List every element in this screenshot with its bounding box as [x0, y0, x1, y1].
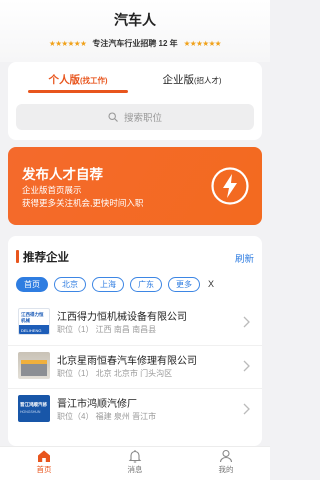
publish-banner[interactable]: 发布人才自荐 企业版首页展示 获得更多关注机会,更快时间入职 — [8, 147, 262, 225]
company-logo — [18, 352, 50, 379]
app-screen: 汽车人 ★★★★★★ 专注汽车行业招聘 12 年 ★★★★★★ 个人版(找工作)… — [0, 0, 270, 480]
home-icon — [38, 450, 50, 462]
header: 汽车人 ★★★★★★ 专注汽车行业招聘 12 年 ★★★★★★ — [0, 0, 270, 62]
filter-chip-home[interactable]: 首页 — [16, 276, 48, 292]
company-row[interactable]: 江西得力恒机械 DELIHENG 江西得力恒机械设备有限公司 职位（1） 江西 … — [8, 302, 262, 343]
company-row[interactable]: 晋江鸿顺汽修 HONGSHUN 晋江市鸿顺汽修厂 职位（4） 福建 泉州 晋江市 — [8, 388, 262, 429]
section-title: 推荐企业 — [23, 252, 69, 264]
app-title: 汽车人 — [114, 12, 156, 28]
tab-company[interactable]: 企业版(招人才) — [136, 72, 248, 100]
tagline: 专注汽车行业招聘 12 年 — [92, 39, 178, 48]
banner-line2: 获得更多关注机会,更快时间入职 — [22, 198, 144, 208]
company-name: 北京星雨恒春汽车修理有限公司 — [57, 356, 197, 367]
stars-right-icon: ★★★★★★ — [183, 39, 222, 48]
company-name: 晋江市鸿顺汽修厂 — [57, 399, 137, 410]
company-meta: 职位（4） 福建 泉州 晋江市 — [57, 412, 157, 421]
company-meta: 职位（1） 北京 北京市 门头沟区 — [57, 369, 173, 378]
banner-line1: 企业版首页展示 — [22, 185, 82, 195]
banner-title: 发布人才自荐 — [22, 167, 103, 182]
bolt-icon — [211, 167, 249, 205]
company-logo: 晋江鸿顺汽修 HONGSHUN — [18, 395, 50, 422]
tab-personal-sub: (找工作) — [80, 76, 108, 85]
logo-text: 晋江鸿顺汽修 — [20, 402, 47, 407]
active-tab-indicator — [28, 90, 128, 93]
logo-sub: HONGSHUN — [20, 410, 41, 414]
section-accent-bar — [16, 250, 19, 263]
tab-personal[interactable]: 个人版(找工作) — [22, 72, 134, 100]
nav-me[interactable]: 我的 — [196, 449, 256, 475]
clear-filter-button[interactable]: X — [208, 279, 214, 289]
tab-personal-label: 个人版 — [48, 74, 81, 86]
search-placeholder: 搜索职位 — [123, 113, 162, 124]
storefront-image — [21, 360, 47, 376]
refresh-button[interactable]: 刷新 — [235, 251, 254, 265]
filter-chip-beijing[interactable]: 北京 — [54, 276, 86, 292]
tab-company-label: 企业版 — [162, 74, 195, 86]
tab-company-sub: (招人才) — [194, 76, 222, 85]
stars-left-icon: ★★★★★★ — [48, 39, 87, 48]
region-filters: 首页 北京 上海 广东 更多 X — [16, 276, 214, 292]
version-tab-card: 个人版(找工作) 企业版(招人才) 搜索职位 — [8, 62, 262, 140]
nav-home[interactable]: 首页 — [14, 449, 74, 475]
search-input[interactable]: 搜索职位 — [16, 104, 254, 130]
company-row[interactable]: 北京星雨恒春汽车修理有限公司 职位（1） 北京 北京市 门头沟区 — [8, 345, 262, 386]
logo-text: 江西得力恒机械 — [21, 312, 44, 323]
recommended-companies: 推荐企业 刷新 首页 北京 上海 广东 更多 X 江西得力恒机械 DELIHEN… — [8, 236, 262, 446]
filter-chip-shanghai[interactable]: 上海 — [92, 276, 124, 292]
filter-chip-guangdong[interactable]: 广东 — [130, 276, 162, 292]
bottom-nav: 首页 消息 我的 — [0, 446, 270, 480]
tagline-row: ★★★★★★ 专注汽车行业招聘 12 年 ★★★★★★ — [0, 38, 270, 49]
chevron-right-icon — [243, 403, 250, 415]
company-meta: 职位（1） 江西 南昌 南昌县 — [57, 325, 157, 334]
nav-messages[interactable]: 消息 — [105, 449, 165, 475]
user-icon — [219, 449, 233, 463]
chevron-right-icon — [243, 360, 250, 372]
nav-messages-label: 消息 — [127, 465, 143, 474]
search-icon — [108, 112, 118, 122]
logo-sub: DELIHENG — [21, 328, 42, 333]
nav-home-label: 首页 — [36, 465, 52, 474]
bell-icon — [128, 450, 142, 463]
nav-me-label: 我的 — [218, 465, 234, 474]
company-name: 江西得力恒机械设备有限公司 — [57, 312, 187, 323]
chevron-right-icon — [243, 316, 250, 328]
company-logo: 江西得力恒机械 DELIHENG — [18, 308, 50, 335]
filter-chip-more[interactable]: 更多 — [168, 276, 200, 292]
